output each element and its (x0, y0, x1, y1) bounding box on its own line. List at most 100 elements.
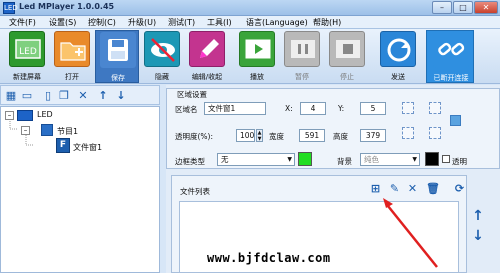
area-name-input[interactable]: 文件窗1 (204, 102, 266, 115)
transparency-input[interactable]: 100 (236, 129, 255, 142)
menu-upgrade[interactable]: 升级(U) (126, 17, 158, 28)
svg-text:LED: LED (19, 47, 37, 57)
new-screen-button[interactable]: LED 新建屏幕 (5, 30, 49, 83)
trash-icon[interactable]: 🗑 (426, 182, 440, 195)
collapse-toggle-icon[interactable]: – (5, 111, 14, 120)
pause-icon (284, 31, 320, 67)
broken-link-icon (433, 32, 469, 68)
new-screen-label: 新建屏幕 (13, 73, 41, 81)
area-settings-group: 区域设置 区域名 文件窗1 X: 4 Y: 5 透明度(%): 100 ▲ ▼ 宽… (166, 88, 500, 169)
program-icon (41, 124, 53, 136)
send-label: 发送 (391, 73, 405, 81)
transparency-spinner[interactable]: ▲ ▼ (256, 129, 263, 142)
close-button[interactable]: ✕ (474, 1, 498, 14)
menu-language[interactable]: 语言(Language) (244, 17, 310, 28)
folder-icon (54, 31, 90, 67)
move-file-down-icon[interactable]: ↓ (471, 229, 485, 243)
transparent-label: 透明 (452, 157, 467, 166)
dropdown-arrow-icon: ▼ (287, 156, 292, 163)
app-logo-icon: LED (3, 2, 18, 14)
save-label: 保存 (111, 74, 125, 82)
tree-toolbar: ▦ ▭ ▯ ❐ ✕ ↑ ↓ (0, 85, 160, 105)
new-program-icon[interactable]: ▯ (41, 89, 55, 103)
disconnect-button[interactable]: 已断开连接 (426, 30, 474, 83)
save-disk-icon (100, 32, 136, 68)
height-input[interactable]: 379 (360, 129, 386, 142)
area-settings-title: 区域设置 (175, 89, 209, 100)
new-screen-icon: LED (9, 31, 45, 67)
border-color-swatch[interactable] (298, 152, 312, 166)
edit-file-icon[interactable]: ✎ (388, 182, 401, 195)
align-top-right-icon[interactable] (429, 102, 441, 114)
menu-bar: 文件(F) 设置(S) 控制(C) 升级(U) 测试(T) 工具(I) 语言(L… (0, 16, 500, 29)
hidden-eye-icon (144, 31, 180, 67)
menu-tools[interactable]: 工具(I) (205, 17, 234, 28)
menu-test[interactable]: 测试(T) (166, 17, 197, 28)
y-label: Y: (338, 104, 345, 113)
add-file-icon[interactable]: ⊞ (369, 182, 382, 195)
move-down-icon[interactable]: ↓ (114, 89, 128, 103)
refresh-icon[interactable]: ⟳ (453, 182, 466, 195)
background-select[interactable]: 纯色 ▼ (360, 153, 420, 166)
pause-label: 暂停 (295, 73, 309, 81)
menu-file[interactable]: 文件(F) (7, 17, 38, 28)
tree-item-led[interactable]: LED (37, 110, 53, 119)
move-up-icon[interactable]: ↑ (96, 89, 110, 103)
hide-label: 隐藏 (155, 73, 169, 81)
width-input[interactable]: 591 (299, 129, 325, 142)
window-title: Led MPlayer 1.0.0.45 (19, 2, 115, 11)
tree-item-program[interactable]: 节目1 (57, 126, 78, 137)
preview-square (450, 115, 461, 126)
open-button[interactable]: 打开 (50, 30, 94, 83)
stop-button[interactable]: 停止 (325, 30, 369, 83)
border-type-select[interactable]: 无 ▼ (217, 153, 295, 166)
play-label: 播放 (250, 73, 264, 81)
align-bottom-left-icon[interactable] (402, 127, 414, 139)
delete-icon[interactable]: ✕ (76, 89, 90, 103)
maximize-button[interactable]: □ (453, 1, 473, 14)
play-icon (239, 31, 275, 67)
collapse-toggle-icon[interactable]: – (21, 126, 30, 135)
background-label: 背景 (337, 157, 352, 166)
delete-file-icon[interactable]: ✕ (406, 182, 419, 195)
background-color-swatch[interactable] (425, 152, 439, 166)
tree-item-file-window[interactable]: 文件窗1 (73, 142, 102, 153)
monitor-icon[interactable]: ▭ (20, 89, 34, 103)
menu-help[interactable]: 帮助(H) (311, 17, 343, 28)
save-button[interactable]: 保存 (95, 30, 139, 83)
align-bottom-right-icon[interactable] (429, 127, 441, 139)
x-input[interactable]: 4 (300, 102, 326, 115)
program-tree: – LED – 节目1 F 文件窗1 (0, 106, 160, 273)
move-file-up-icon[interactable]: ↑ (471, 209, 485, 223)
align-top-left-icon[interactable] (402, 102, 414, 114)
screen-list-icon[interactable]: ▦ (4, 89, 18, 103)
pause-button[interactable]: 暂停 (280, 30, 324, 83)
width-label: 宽度 (269, 132, 284, 141)
edit-collapse-label: 编辑/收起 (191, 73, 223, 81)
area-name-label: 区域名 (175, 105, 198, 114)
hide-button[interactable]: 隐藏 (140, 30, 184, 83)
border-type-label: 边框类型 (175, 157, 205, 166)
stop-label: 停止 (340, 73, 354, 81)
pencil-icon (189, 31, 225, 67)
menu-settings[interactable]: 设置(S) (47, 17, 78, 28)
edit-collapse-button[interactable]: 编辑/收起 (185, 30, 229, 83)
screen-icon (17, 110, 33, 121)
open-label: 打开 (65, 73, 79, 81)
y-input[interactable]: 5 (360, 102, 386, 115)
title-bar: LED Led MPlayer 1.0.0.45 – □ ✕ (0, 0, 500, 16)
play-button[interactable]: 播放 (235, 30, 279, 83)
x-label: X: (285, 104, 293, 113)
transparent-checkbox[interactable] (442, 155, 450, 163)
disconnect-label: 已断开连接 (433, 74, 469, 82)
send-button[interactable]: 发送 (376, 30, 420, 83)
stop-icon (329, 31, 365, 67)
menu-control[interactable]: 控制(C) (86, 17, 118, 28)
watermark-text: www.bjfdclaw.com (207, 251, 331, 265)
copy-icon[interactable]: ❐ (57, 89, 71, 103)
background-value: 纯色 (364, 155, 379, 164)
file-window-icon: F (56, 138, 70, 153)
minimize-button[interactable]: – (432, 1, 452, 14)
properties-panel: 区域设置 区域名 文件窗1 X: 4 Y: 5 透明度(%): 100 ▲ ▼ 宽… (166, 85, 500, 273)
dropdown-arrow-icon: ▼ (412, 156, 417, 163)
